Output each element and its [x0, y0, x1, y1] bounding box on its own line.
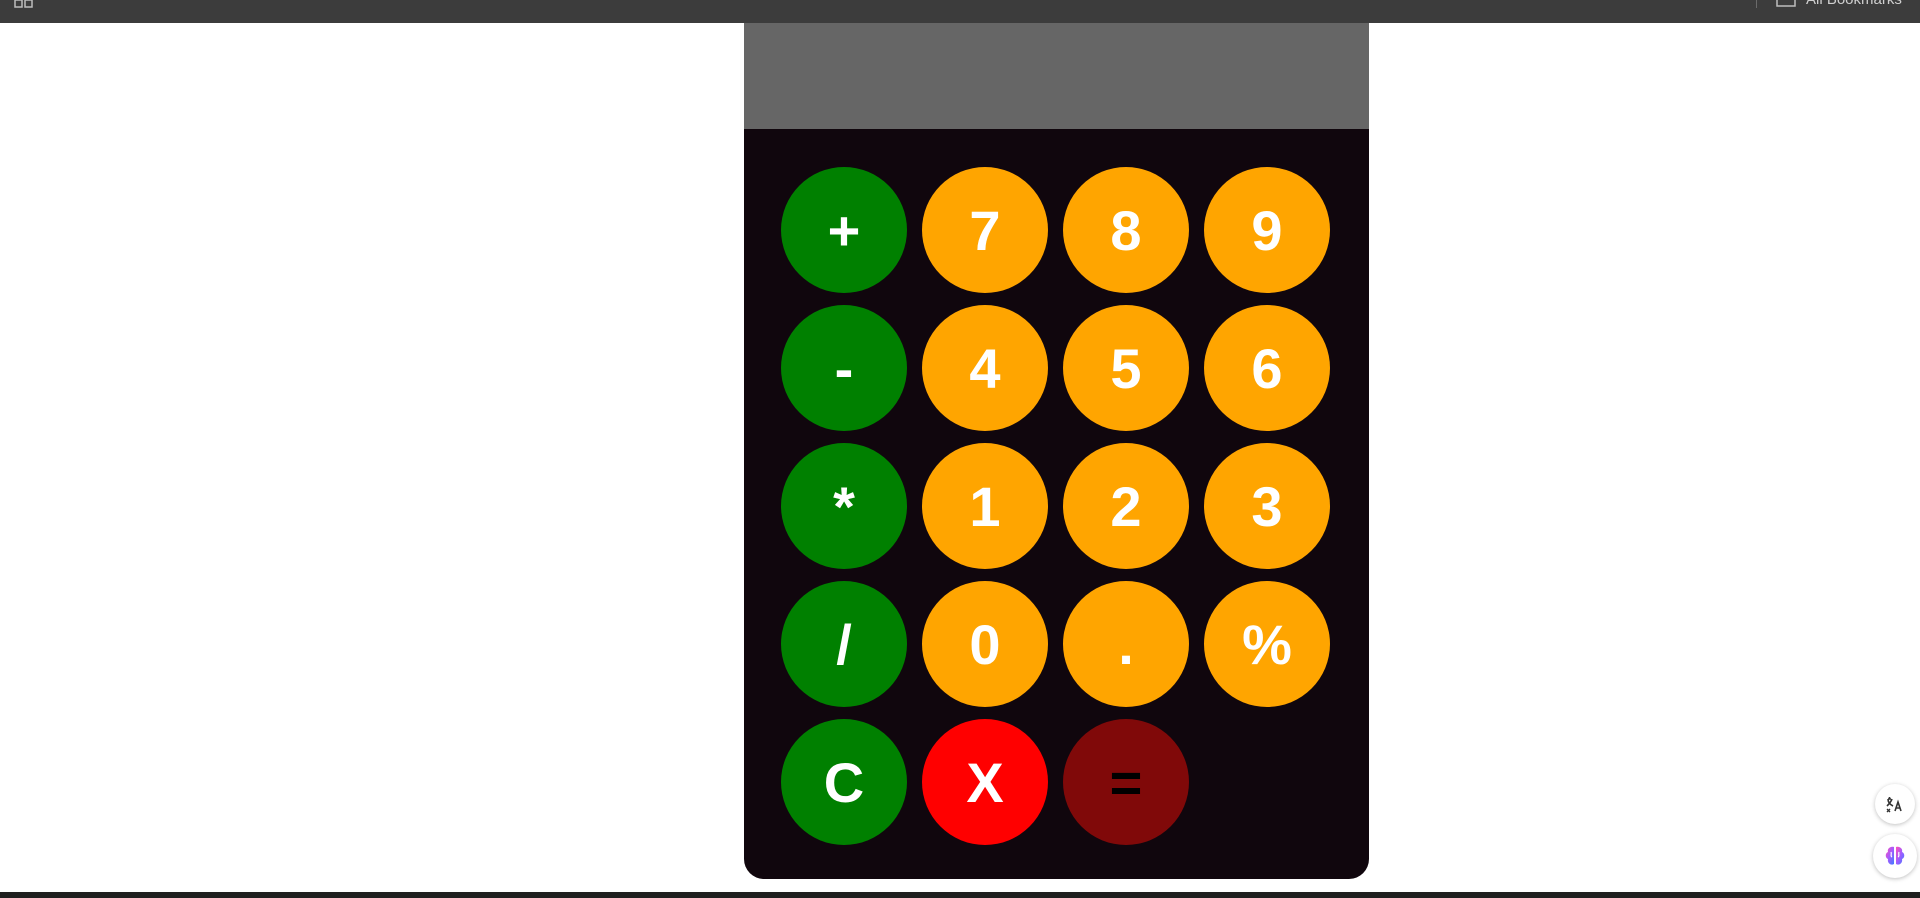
key-7[interactable]: 7	[922, 167, 1048, 293]
key-equals[interactable]: =	[1063, 719, 1189, 845]
key-4[interactable]: 4	[922, 305, 1048, 431]
bookmark-folder-icon[interactable]	[1776, 0, 1796, 7]
calculator: +7 8 9 -4 5 6 * 1 2 3 /0.% C X =	[744, 23, 1369, 879]
ai-brain-icon[interactable]	[1873, 834, 1917, 878]
key-plus[interactable]: +	[781, 167, 907, 293]
key-percent[interactable]: %	[1204, 581, 1330, 707]
calculator-display	[744, 23, 1369, 129]
bookmarks-divider	[1756, 0, 1757, 8]
key-9[interactable]: 9	[1204, 167, 1330, 293]
key-8[interactable]: 8	[1063, 167, 1189, 293]
key-5[interactable]: 5	[1063, 305, 1189, 431]
key-clear[interactable]: C	[781, 719, 907, 845]
translate-icon[interactable]	[1875, 784, 1915, 824]
key-divide[interactable]: /	[781, 581, 907, 707]
key-multiply[interactable]: *	[781, 443, 907, 569]
key-3[interactable]: 3	[1204, 443, 1330, 569]
bottom-edge	[0, 892, 1920, 898]
key-2[interactable]: 2	[1063, 443, 1189, 569]
key-6[interactable]: 6	[1204, 305, 1330, 431]
key-0[interactable]: 0	[922, 581, 1048, 707]
browser-bookmarks-bar: All Bookmarks	[0, 0, 1920, 23]
all-bookmarks-link[interactable]: All Bookmarks	[1806, 0, 1902, 8]
key-delete[interactable]: X	[922, 719, 1048, 845]
key-decimal[interactable]: .	[1063, 581, 1189, 707]
calculator-keypad: +7 8 9 -4 5 6 * 1 2 3 /0.% C X =	[781, 167, 1331, 845]
apps-icon[interactable]	[14, 0, 34, 8]
key-1[interactable]: 1	[922, 443, 1048, 569]
key-minus[interactable]: -	[781, 305, 907, 431]
